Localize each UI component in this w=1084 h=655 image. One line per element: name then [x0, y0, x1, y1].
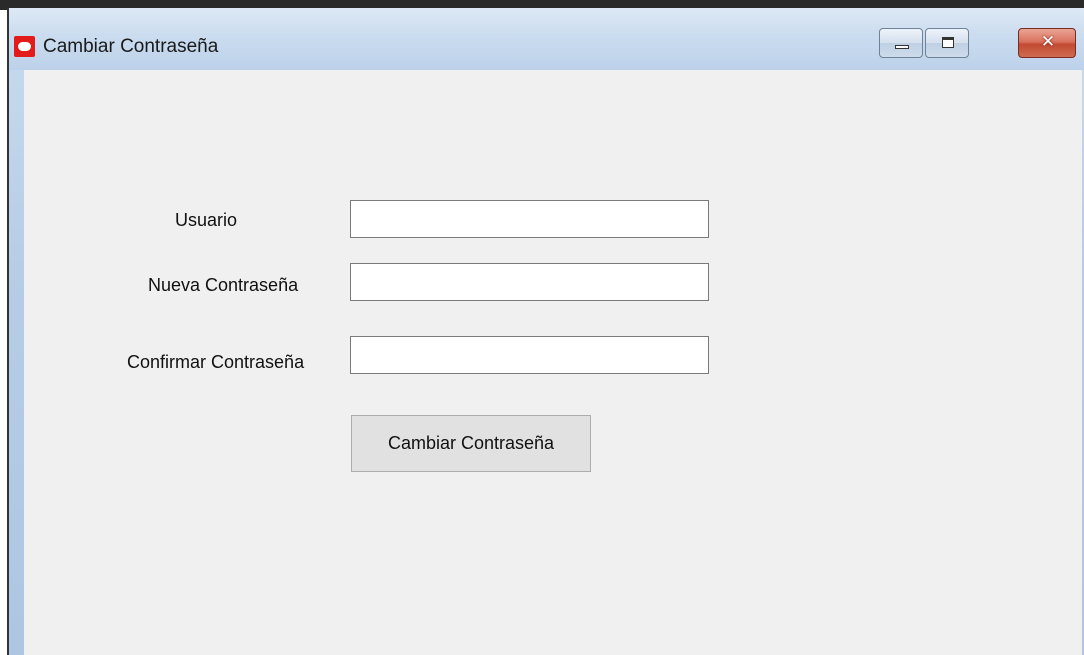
nueva-contrasena-input[interactable] [350, 263, 709, 301]
close-icon: ✕ [1040, 32, 1056, 52]
form-area: Usuario Nueva Contraseña Confirmar Contr… [24, 70, 1082, 655]
title-bar[interactable]: Cambiar Contraseña ✕ [9, 8, 1084, 70]
minimize-button[interactable] [879, 28, 923, 58]
close-button[interactable]: ✕ [1018, 28, 1076, 58]
usuario-label: Usuario [175, 210, 238, 230]
cambiar-contrasena-button[interactable]: Cambiar Contraseña [351, 415, 591, 472]
maximize-icon [942, 37, 954, 48]
maximize-button[interactable] [925, 28, 969, 58]
window-title: Cambiar Contraseña [43, 36, 219, 57]
change-password-window: Cambiar Contraseña ✕ Usuario Nueva Contr… [7, 8, 1084, 655]
nueva-contrasena-label: Nueva Contraseña [148, 275, 299, 295]
oracle-logo-icon [14, 36, 35, 57]
screen: Cambiar Contraseña ✕ Usuario Nueva Contr… [0, 0, 1084, 655]
minimize-icon [895, 45, 909, 49]
confirmar-contrasena-input[interactable] [350, 336, 709, 374]
confirmar-contrasena-label: Confirmar Contraseña [127, 352, 305, 372]
usuario-input[interactable] [350, 200, 709, 238]
